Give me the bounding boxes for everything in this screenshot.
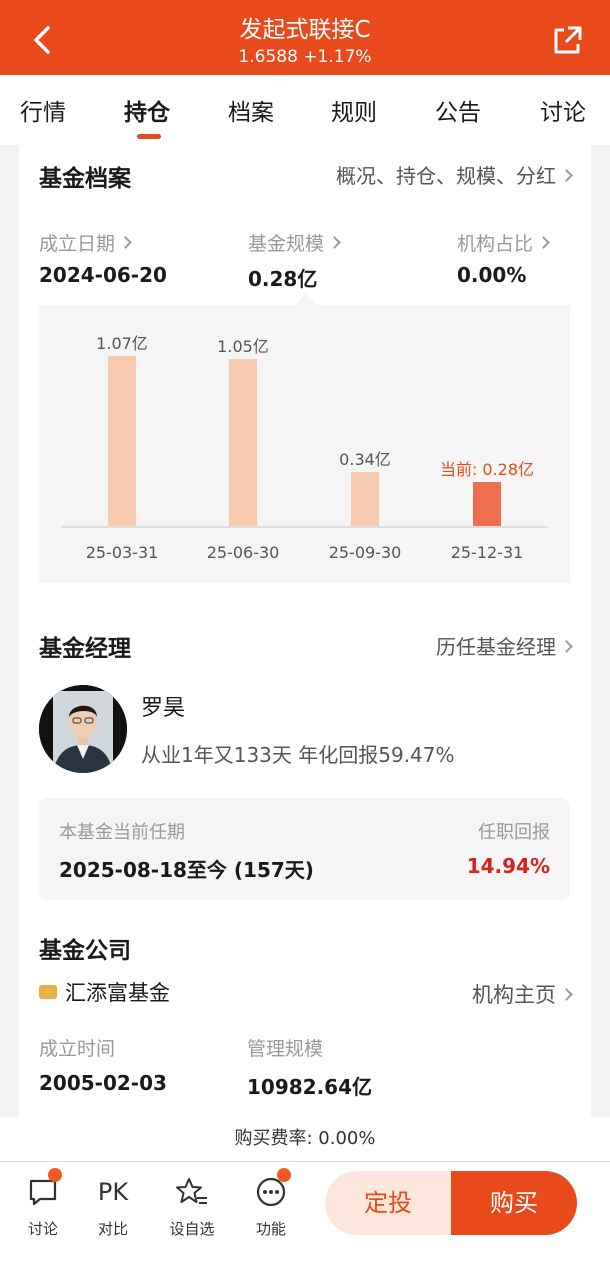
notification-dot [48,1168,62,1182]
fund-info-card: 基金档案 概况、持仓、规模、分红 成立日期 2024-06-20 基金规模 0.… [19,145,591,1117]
pointer-triangle [295,293,317,305]
chart-bar-25-09-30 [351,472,379,526]
chart-value-label: 1.05亿 [217,337,269,356]
company-founded-label: 成立时间 [39,1038,116,1060]
institution-ratio-value: 0.00% [457,263,527,287]
fund-size-value: 0.28亿 [248,267,318,291]
fund-size-label[interactable]: 基金规模 [248,229,341,256]
chart-bar-25-06-30 [229,359,257,526]
chart-value-label: 0.34亿 [339,450,391,469]
compare-button[interactable]: PK 对比 [83,1174,143,1239]
company-aum-label: 管理规模 [247,1038,324,1060]
auto-invest-button[interactable]: 定投 [325,1171,451,1235]
fund-title: 发起式联接C [239,17,371,43]
company-aum-value: 10982.64亿 [247,1075,373,1099]
chart-x-tick-label: 25-03-31 [85,543,159,562]
founded-date-label[interactable]: 成立日期 [39,229,132,256]
company-logo-icon [39,985,57,999]
chart-bar-25-12-31 [473,482,501,526]
founded-date-value: 2024-06-20 [39,263,167,287]
fund-size-chart: 1.07亿 25-03-31 1.05亿 25-06-30 0.34亿 25-09-30 当… [39,305,570,583]
chevron-right-icon [119,236,132,249]
star-list-icon [176,1178,207,1204]
past-managers-link[interactable]: 历任基金经理 [436,631,573,660]
tab-discussion[interactable]: 讨论 [540,93,586,127]
purchase-fee: 购买费率: 0.00% [0,1117,610,1161]
notification-dot [277,1168,291,1182]
chevron-right-icon [328,236,341,249]
tenure-label: 本基金当前任期 [59,822,185,843]
pk-icon: PK [97,1178,129,1206]
manager-avatar[interactable] [39,685,127,773]
chevron-right-icon [560,640,573,653]
chevron-right-icon [560,987,573,1001]
tab-profile[interactable]: 档案 [228,93,274,127]
manager-experience: 从业1年又133天 年化回报59.47% [141,743,455,767]
company-name-row[interactable]: 汇添富基金 [39,977,170,1007]
share-icon[interactable] [550,24,584,58]
bottom-action-bar: 讨论 PK 对比 设自选 功能 定投 购买 [0,1161,610,1261]
chart-x-axis [61,526,548,528]
company-name: 汇添富基金 [65,981,170,1005]
chart-value-label: 当前: 0.28亿 [439,460,535,479]
institution-ratio-label[interactable]: 机构占比 [457,229,550,256]
company-founded-value: 2005-02-03 [39,1071,167,1095]
company-section-title: 基金公司 [39,938,131,964]
tenure-return-label: 任职回报 [478,822,550,843]
active-tab-indicator [137,134,161,139]
tab-holdings[interactable]: 持仓 [124,93,170,127]
chart-x-tick-label: 25-09-30 [328,543,402,562]
tenure-panel: 本基金当前任期 2025-08-18至今 (157天) 任职回报 14.94% [39,798,570,900]
chart-bar-25-03-31 [108,356,136,526]
manager-section-title: 基金经理 [39,636,131,662]
tab-announcements[interactable]: 公告 [435,93,481,127]
header-bar: 发起式联接C 1.6588 +1.17% [0,0,610,75]
chart-x-tick-label: 25-06-30 [206,543,280,562]
tab-bar: 行情 持仓 档案 规则 公告 讨论 [0,75,610,145]
functions-button[interactable]: 功能 [241,1168,301,1239]
tenure-value: 2025-08-18至今 (157天) [59,858,314,882]
add-watchlist-button[interactable]: 设自选 [162,1174,222,1239]
chevron-right-icon [560,169,573,182]
manager-name[interactable]: 罗昊 [141,690,185,722]
chevron-right-icon [537,236,550,249]
fund-nav-change: 1.6588 +1.17% [238,47,372,67]
tenure-return-value: 14.94% [466,854,550,878]
company-homepage-link[interactable]: 机构主页 [472,979,573,1009]
chart-x-tick-label: 25-12-31 [450,543,524,562]
profile-section-title: 基金档案 [39,166,131,192]
chart-value-label: 1.07亿 [96,334,148,353]
tab-market[interactable]: 行情 [20,93,66,127]
discuss-button[interactable]: 讨论 [13,1168,73,1239]
buy-button[interactable]: 购买 [451,1171,577,1235]
tab-rules[interactable]: 规则 [331,93,377,127]
profile-link[interactable]: 概况、持仓、规模、分红 [336,160,573,189]
